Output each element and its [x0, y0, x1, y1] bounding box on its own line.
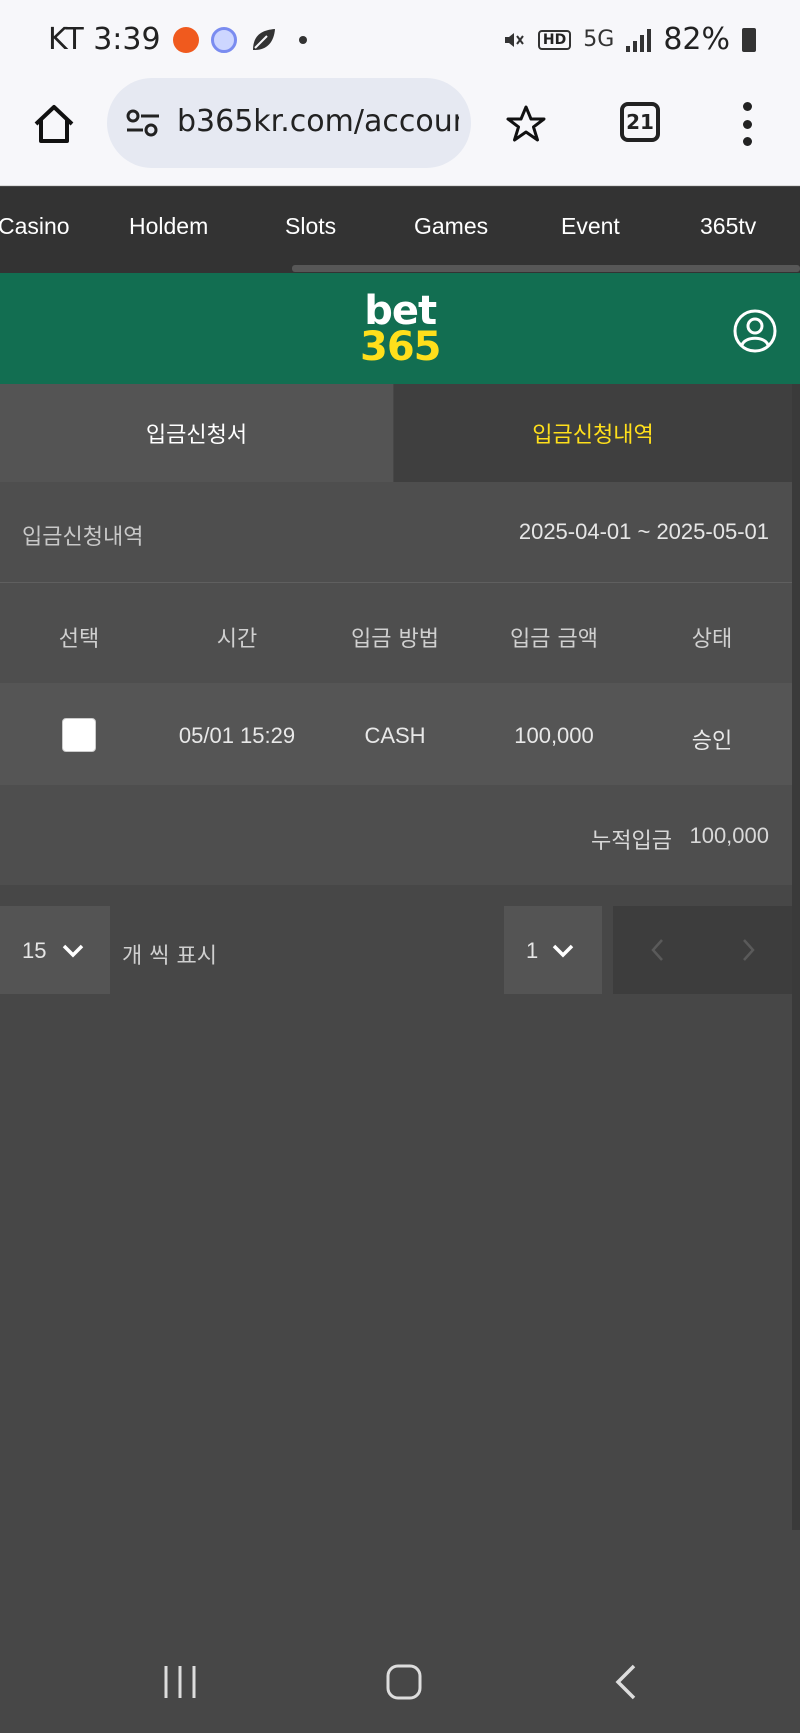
bookmark-star-icon[interactable]	[506, 104, 546, 144]
chevron-down-icon	[62, 944, 84, 958]
app-icon-orange	[172, 26, 199, 53]
chevron-down-icon	[552, 944, 574, 958]
total-value: 100,000	[689, 823, 769, 848]
column-header-time: 시간	[216, 627, 258, 652]
account-icon[interactable]	[732, 308, 778, 354]
app-icon-blue	[210, 26, 237, 53]
more-menu-icon[interactable]	[740, 102, 754, 146]
table-header: 선택 시간 입금 방법 입금 금액 상태	[0, 583, 792, 683]
nav-item-casino[interactable]: Casino	[0, 213, 70, 240]
row-method: CASH	[364, 723, 426, 748]
top-nav: Casino Holdem Slots Games Event 365tv	[0, 187, 800, 273]
column-header-select: 선택	[58, 627, 100, 652]
leaf-icon	[252, 28, 275, 50]
per-page-select[interactable]: 15	[0, 906, 110, 994]
panel-title: 입금신청내역	[22, 525, 144, 550]
page-select[interactable]: 1	[504, 906, 602, 994]
column-header-status: 상태	[691, 627, 733, 652]
home-icon[interactable]	[30, 100, 78, 148]
page-value: 1	[526, 938, 539, 963]
nav-item-365tv[interactable]: 365tv	[700, 213, 756, 240]
signal-icon	[626, 28, 652, 52]
mute-icon	[504, 32, 524, 47]
nav-scrollbar[interactable]	[292, 265, 800, 272]
nav-item-event[interactable]: Event	[561, 213, 620, 240]
site-header: bet 365	[0, 273, 800, 384]
column-header-method: 입금 방법	[351, 627, 439, 652]
total-row: 누적입금 100,000	[0, 785, 792, 885]
pager	[613, 906, 792, 994]
tab-deposit-history[interactable]: 입금신청내역	[394, 384, 792, 482]
status-left: KT 3:39	[48, 22, 307, 57]
row-time: 05/01 15:29	[178, 723, 296, 748]
notification-dot-icon	[298, 35, 307, 44]
deposit-tabs: 입금신청서 입금신청내역	[0, 384, 792, 482]
status-right: HD 5G 82%	[502, 22, 756, 57]
hd-icon: HD	[537, 29, 572, 50]
back-icon[interactable]	[606, 1660, 650, 1704]
nav-item-games[interactable]: Games	[414, 213, 488, 240]
nav-item-holdem[interactable]: Holdem	[129, 213, 208, 240]
5g-icon: 5G	[583, 27, 615, 52]
system-navigation-bar	[0, 1630, 800, 1733]
nav-item-slots[interactable]: Slots	[285, 213, 336, 240]
status-bar: KT 3:39 HD 5G 82%	[0, 0, 800, 76]
row-amount: 100,000	[514, 723, 594, 748]
home-nav-icon[interactable]	[382, 1660, 426, 1704]
site-settings-icon[interactable]	[125, 108, 161, 138]
per-page-value: 15	[22, 938, 47, 963]
carrier-time: KT 3:39	[48, 22, 161, 57]
next-page-icon[interactable]	[737, 936, 759, 964]
table-row: 05/01 15:29 CASH 100,000 승인	[0, 683, 792, 785]
prev-page-icon[interactable]	[647, 936, 669, 964]
logo-bottom: 365	[360, 324, 441, 370]
recent-apps-icon[interactable]	[158, 1660, 202, 1704]
tab-switcher-button[interactable]: 21	[620, 102, 660, 142]
total-label: 누적입금	[591, 829, 672, 854]
battery-icon	[742, 27, 756, 52]
bet365-logo[interactable]: bet 365	[360, 291, 441, 370]
column-header-amount: 입금 금액	[510, 627, 598, 652]
battery-percent: 82%	[663, 22, 730, 57]
url-text: b365kr.com/account/c	[177, 104, 459, 139]
browser-toolbar: b365kr.com/account/c 21	[0, 76, 800, 186]
address-bar[interactable]: b365kr.com/account/c	[107, 78, 471, 168]
date-range[interactable]: 2025-04-01 ~ 2025-05-01	[519, 519, 769, 545]
tab-deposit-request[interactable]: 입금신청서	[0, 384, 393, 482]
history-panel-header: 입금신청내역 2025-04-01 ~ 2025-05-01	[0, 482, 792, 583]
row-status: 승인	[691, 728, 733, 753]
page-scrollbar[interactable]	[792, 384, 800, 1530]
per-page-label: 개 씩 표시	[122, 944, 217, 969]
row-select-checkbox[interactable]	[62, 718, 96, 752]
